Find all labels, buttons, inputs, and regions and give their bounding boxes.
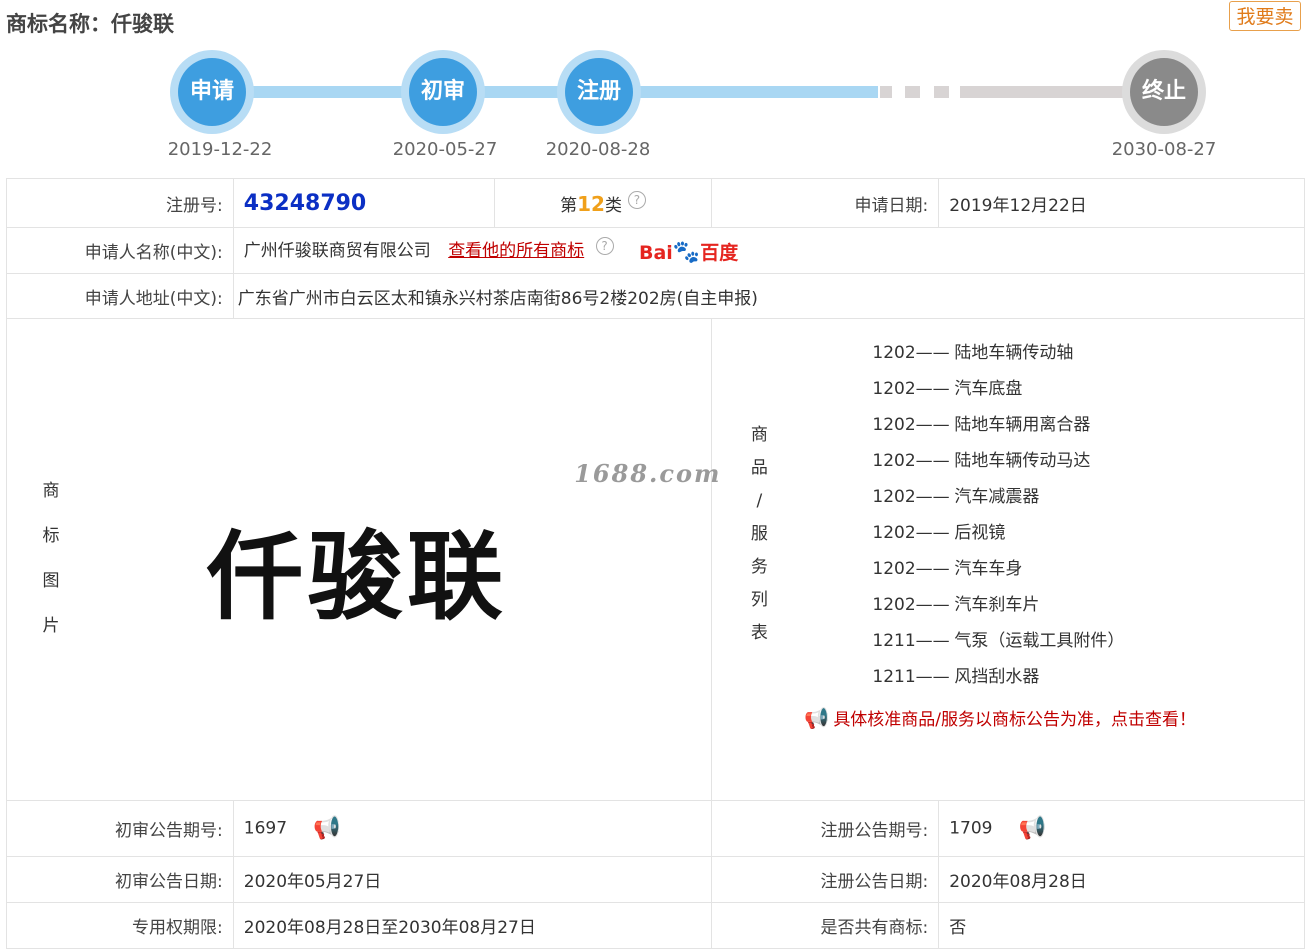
sell-button[interactable]: 我要卖 <box>1229 1 1301 31</box>
class-number: 12 <box>577 191 605 216</box>
list-item: 1202—— 陆地车辆用离合器 <box>872 415 1091 435</box>
timeline-node-terminate: 终止 <box>1122 50 1206 134</box>
list-item: 1202—— 后视镜 <box>872 523 1006 543</box>
table-row: 专用权期限: 2020年08月28日至2030年08月27日 是否共有商标: 否 <box>6 902 1305 949</box>
status-timeline: 申请 2019-12-22 初审 2020-05-27 注册 2020-08-2… <box>0 40 1305 170</box>
trademark-image: 仟骏联 <box>207 521 507 633</box>
exclusive-term-value: 2020年08月28日至2030年08月27日 <box>232 902 713 949</box>
shared-value: 否 <box>938 902 1305 949</box>
applicant-value: 广州仟骏联商贸有限公司 <box>243 241 431 262</box>
baidu-paw-icon: 🐾 <box>672 239 701 265</box>
table-row: 初审公告期号: 1697 📢 注册公告期号: 1709 📢 <box>6 800 1305 857</box>
logo-cell: 商 标 图 片 仟骏联 1688.com <box>5 318 719 801</box>
goods-cell: 商 品 / 服 务 列 表 1202—— 陆地车辆传动轴 1202—— 汽车底盘 1… <box>711 318 1305 801</box>
timeline-date: 2030-08-27 <box>1111 139 1217 160</box>
table-row: 申请人地址(中文): 广东省广州市白云区太和镇永兴村茶店南街86号2楼202房(… <box>6 273 1305 319</box>
timeline-node-label: 初审 <box>409 58 477 126</box>
watermark: 1688.com <box>574 459 722 488</box>
address-value: 广东省广州市白云区太和镇永兴村茶店南街86号2楼202房(自主申报) <box>232 273 1305 319</box>
list-item: 1202—— 陆地车辆传动马达 <box>872 451 1091 471</box>
list-item: 1202—— 汽车车身 <box>872 559 1023 579</box>
timeline-node-label: 终止 <box>1130 58 1198 126</box>
shared-label: 是否共有商标: <box>711 902 940 949</box>
timeline-dash <box>905 86 920 98</box>
timeline-date: 2020-08-28 <box>545 139 651 160</box>
timeline-progress-bar <box>210 86 878 98</box>
table-row: 注册号: 43248790 第12类? 申请日期: 2019年12月22日 <box>6 178 1305 228</box>
reg-pub-date-value: 2020年08月28日 <box>938 856 1305 903</box>
baidu-search-logo[interactable]: Bai🐾百度 <box>639 238 738 265</box>
timeline-dash <box>880 86 892 98</box>
timeline-node-label: 注册 <box>565 58 633 126</box>
table-row: 初审公告日期: 2020年05月27日 注册公告日期: 2020年08月28日 <box>6 856 1305 903</box>
applicant-label: 申请人名称(中文): <box>6 227 234 274</box>
list-item: 1202—— 陆地车辆传动轴 <box>872 343 1074 363</box>
prelim-no-label: 初审公告期号: <box>6 800 234 857</box>
reg-no-label: 注册号: <box>6 178 234 228</box>
class-cell: 第12类? <box>493 178 713 228</box>
goods-label: 商 品 / 服 务 列 表 <box>750 425 768 643</box>
prelim-no-value: 1697 <box>243 818 288 839</box>
apply-date-value: 2019年12月22日 <box>938 178 1305 228</box>
reg-pub-no-value: 1709 <box>949 818 993 839</box>
help-icon[interactable]: ? <box>627 190 646 209</box>
reg-no-value: 43248790 <box>243 190 367 216</box>
trademark-info-table: 注册号: 43248790 第12类? 申请日期: 2019年12月22日 申请… <box>5 178 1305 949</box>
class-suffix: 类 <box>604 195 622 216</box>
prelim-date-value: 2020年05月27日 <box>232 856 713 903</box>
apply-date-label: 申请日期: <box>711 178 940 228</box>
exclusive-term-label: 专用权期限: <box>6 902 234 949</box>
timeline-date: 2019-12-22 <box>167 139 273 160</box>
table-row: 申请人名称(中文): 广州仟骏联商贸有限公司 查看他的所有商标 ? Bai🐾百度 <box>6 227 1305 274</box>
timeline-dash <box>934 86 949 98</box>
reg-pub-no-label: 注册公告期号: <box>711 800 940 857</box>
timeline-node-register: 注册 <box>557 50 641 134</box>
megaphone-icon[interactable]: 📢 <box>1019 816 1046 841</box>
timeline-date: 2020-05-27 <box>392 139 498 160</box>
list-item: 1211—— 气泵（运载工具附件） <box>872 631 1125 651</box>
prelim-date-label: 初审公告日期: <box>6 856 234 903</box>
address-label: 申请人地址(中文): <box>6 273 234 319</box>
timeline-node-apply: 申请 <box>170 50 254 134</box>
goods-notice-link[interactable]: 📢 具体核准商品/服务以商标公告为准，点击查看！ <box>804 705 1304 730</box>
list-item: 1211—— 风挡刮水器 <box>872 667 1040 687</box>
reg-pub-date-label: 注册公告日期: <box>711 856 940 903</box>
list-item: 1202—— 汽车减震器 <box>872 487 1040 507</box>
timeline-node-label: 申请 <box>178 58 246 126</box>
baidu-logo-prefix: Bai <box>639 241 673 264</box>
class-prefix: 第 <box>560 195 578 216</box>
megaphone-icon[interactable]: 📢 <box>313 816 340 841</box>
baidu-logo-text: 百度 <box>700 241 739 264</box>
goods-list: 1202—— 陆地车辆传动轴 1202—— 汽车底盘 1202—— 陆地车辆用离合器 … <box>712 335 1304 695</box>
megaphone-icon: 📢 <box>804 706 830 730</box>
timeline-node-prelim: 初审 <box>401 50 485 134</box>
trademark-title: 商标名称：仟骏联 <box>6 12 174 36</box>
list-item: 1202—— 汽车底盘 <box>872 379 1023 399</box>
logo-label: 商 标 图 片 <box>42 481 60 636</box>
view-all-trademarks-link[interactable]: 查看他的所有商标 <box>448 241 584 261</box>
list-item: 1202—— 汽车刹车片 <box>872 595 1040 615</box>
help-icon[interactable]: ? <box>595 236 614 255</box>
table-row: 商 标 图 片 仟骏联 1688.com 商 品 / 服 务 列 表 1202—… <box>5 318 1305 801</box>
